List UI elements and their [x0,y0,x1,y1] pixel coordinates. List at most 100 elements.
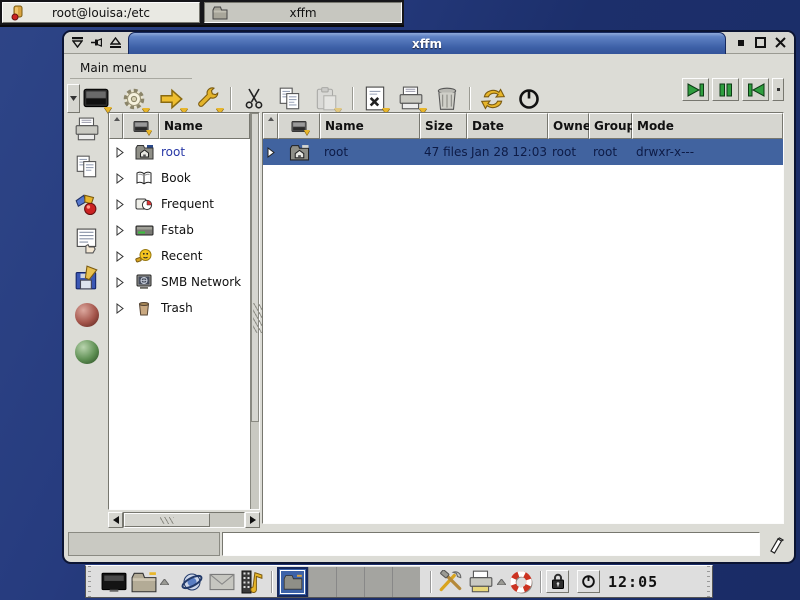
close-icon[interactable] [773,35,788,50]
sphere-red-icon[interactable] [73,301,101,329]
run-icon[interactable] [73,190,101,218]
terminal-tool-button[interactable] [81,84,111,113]
tree-row-root[interactable]: root [109,139,250,165]
trash-tool-button[interactable] [432,84,462,113]
toolbar-collapse-button[interactable] [67,84,80,113]
toolbar-separator [352,87,354,110]
path-entry[interactable] [222,532,760,556]
xffm-window: xffm Main menu [62,30,796,564]
tree-row-recent[interactable]: Recent [109,243,250,269]
column-group[interactable]: Group [589,113,632,139]
window-title[interactable]: xffm [128,32,726,54]
main-menu[interactable]: Main menu [76,59,151,77]
sphere-green-icon[interactable] [73,338,101,366]
folder-icon [211,4,229,22]
popup-arrow-icon[interactable] [159,579,169,585]
window-menu-icon[interactable] [70,35,84,50]
column-date[interactable]: Date [467,113,548,139]
scrollbar-thumb[interactable] [251,113,259,422]
sort-indicator [268,117,274,121]
expander-icon[interactable] [109,225,131,236]
browser-globe-launcher[interactable] [177,568,207,596]
tool-document-button[interactable] [360,84,390,113]
wrench-tool-button[interactable] [193,84,223,113]
print-tool-button[interactable] [396,84,426,113]
panel-handle[interactable] [86,566,93,597]
menubar: Main menu [64,54,794,82]
cell-owner: root [548,145,589,159]
tree-row-trash[interactable]: Trash [109,295,250,321]
tree-row-fstab[interactable]: Fstab [109,217,250,243]
expander-icon[interactable] [109,277,131,288]
column-mode[interactable]: Mode [632,113,783,139]
files-header: Name Size Date Owner Group Mode [263,113,783,139]
media-launcher[interactable] [237,568,267,596]
scrollbar-thumb[interactable] [124,513,210,527]
iconify-icon[interactable] [733,35,748,50]
expander-icon[interactable] [109,303,131,314]
tree-sort-column[interactable] [109,113,123,139]
task-slot[interactable] [392,567,420,597]
column-name[interactable]: Name [320,113,420,139]
power-button[interactable] [577,570,600,593]
tree-name-column[interactable]: Name [159,113,250,139]
column-owner[interactable]: Owner [548,113,589,139]
sticky-pin-icon[interactable] [89,35,103,50]
popup-arrow-icon[interactable] [496,579,506,585]
panel-handle[interactable] [705,566,712,597]
tree-rows: root Book Frequent Fstab [109,139,250,509]
drive-icon [131,223,157,237]
tools-launcher[interactable] [436,568,466,596]
tree-horizontal-scrollbar [108,512,260,528]
printer-icon[interactable] [73,116,101,144]
duplicate-icon[interactable] [73,153,101,181]
print-launcher[interactable] [466,568,496,596]
expander-icon[interactable] [263,147,278,158]
taskbar-button-xffm[interactable]: xffm [204,2,402,23]
paste-button[interactable] [311,84,341,113]
scroll-left-arrow[interactable] [108,512,123,528]
go-tool-button[interactable] [157,84,187,113]
titlebar[interactable]: xffm [64,32,794,54]
expander-icon[interactable] [109,173,131,184]
help-lifebuoy-launcher[interactable] [506,568,536,596]
touch-icon[interactable] [73,227,101,255]
chalk-clear-button[interactable] [764,533,788,556]
cell-size: 47 files [420,145,467,159]
files-sort-column[interactable] [263,113,278,139]
expander-icon[interactable] [109,251,131,262]
folder-launcher[interactable] [129,568,159,596]
shade-icon[interactable] [108,35,122,50]
power-tool-button[interactable] [514,84,544,113]
save-icon[interactable] [73,264,101,292]
thumb-grip [160,517,174,524]
expander-icon[interactable] [109,147,131,158]
toolbar-separator [230,87,232,110]
tree-row-smb[interactable]: SMB Network [109,269,250,295]
gear-tool-button[interactable] [119,84,149,113]
scroll-right-arrow[interactable] [245,512,260,528]
files-icon-column[interactable] [278,113,320,139]
terminal-launcher[interactable] [99,568,129,596]
task-slot[interactable] [336,567,364,597]
toolbar [64,82,794,115]
task-slot[interactable] [364,567,392,597]
refresh-button[interactable] [478,84,508,113]
column-size[interactable]: Size [420,113,467,139]
expander-icon[interactable] [109,199,131,210]
terminal-session-icon [9,4,27,22]
frequent-icon [131,196,157,212]
lock-button[interactable] [546,570,569,593]
copy-button[interactable] [275,84,305,113]
scrollbar-trough[interactable] [123,512,245,528]
maximize-icon[interactable] [753,35,768,50]
file-row-root[interactable]: root 47 files Jan 28 12:03 root root drw… [263,139,783,165]
taskbar-button-terminal[interactable]: root@louisa:/etc [2,2,200,23]
active-task-button[interactable] [277,567,308,597]
mail-launcher[interactable] [207,568,237,596]
tree-row-frequent[interactable]: Frequent [109,191,250,217]
task-slot[interactable] [308,567,336,597]
cut-button[interactable] [239,84,269,113]
tree-row-book[interactable]: Book [109,165,250,191]
tree-icon-column[interactable] [123,113,159,139]
